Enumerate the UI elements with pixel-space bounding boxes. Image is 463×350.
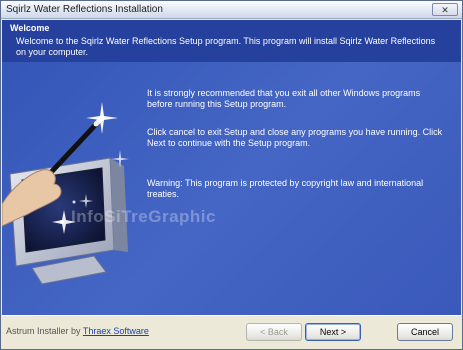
credit-prefix: Astrum Installer by [6, 326, 81, 336]
message-exit-programs: It is strongly recommended that you exit… [147, 88, 421, 109]
page-description: Welcome to the Sqirlz Water Reflections … [16, 36, 436, 57]
message-cancel-next: Click cancel to exit Setup and close any… [147, 127, 443, 148]
main-panel: It is strongly recommended that you exit… [2, 62, 461, 315]
installer-credit: Astrum Installer by Thraex Software [6, 326, 149, 336]
next-button[interactable]: Next > [305, 323, 361, 341]
wizard-illustration [2, 102, 129, 285]
watermark: InfoSiTreGraphic [71, 207, 216, 226]
header-banner: Welcome Welcome to the Sqirlz Water Refl… [2, 20, 461, 62]
window-title: Sqirlz Water Reflections Installation [6, 4, 163, 15]
footer-bar: Astrum Installer by Thraex Software < Ba… [2, 315, 461, 349]
message-copyright-warning: Warning: This program is protected by co… [147, 178, 424, 199]
installer-window: Sqirlz Water Reflections Installation ✕ … [0, 0, 463, 350]
close-button[interactable]: ✕ [432, 3, 458, 16]
back-button[interactable]: < Back [246, 323, 302, 341]
close-icon: ✕ [441, 5, 449, 15]
cancel-button[interactable]: Cancel [397, 323, 453, 341]
thraex-software-link[interactable]: Thraex Software [83, 326, 149, 336]
title-bar[interactable]: Sqirlz Water Reflections Installation ✕ [1, 1, 462, 19]
page-title: Welcome [10, 23, 50, 33]
